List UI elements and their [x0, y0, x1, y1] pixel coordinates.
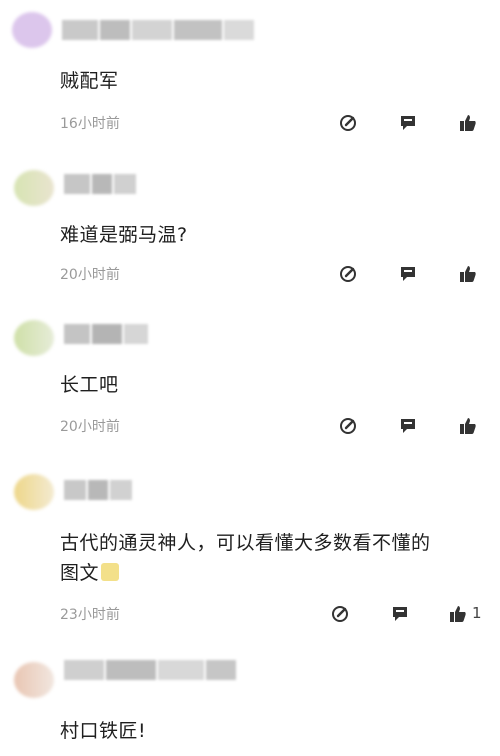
comment-icon[interactable]: [396, 414, 420, 438]
comment-text-line1: 古代的通灵神人，可以看懂大多数看不懂的: [60, 532, 431, 554]
comment-time: 20小时前: [60, 267, 120, 283]
edit-icon[interactable]: [336, 111, 360, 135]
comment-icon[interactable]: [396, 111, 420, 135]
avatar[interactable]: [14, 474, 54, 510]
thumbs-up-icon[interactable]: [446, 602, 470, 626]
username-blurred[interactable]: [64, 480, 132, 500]
comment-2: 难道是弼马温? 20小时前: [0, 150, 500, 302]
comment-3: 长工吧 20小时前: [0, 302, 500, 454]
username-blurred[interactable]: [64, 174, 136, 194]
comment-text: 难道是弼马温?: [60, 224, 188, 246]
username-blurred[interactable]: [64, 324, 148, 344]
thumbs-up-icon[interactable]: [456, 111, 480, 135]
edit-icon[interactable]: [336, 262, 360, 286]
username-blurred[interactable]: [64, 660, 236, 680]
avatar[interactable]: [12, 12, 52, 48]
comment-icon[interactable]: [388, 602, 412, 626]
comment-text: 长工吧: [60, 374, 119, 396]
comment-icon[interactable]: [396, 262, 420, 286]
comment-time: 20小时前: [60, 419, 120, 435]
thumbs-up-icon[interactable]: [456, 414, 480, 438]
edit-icon[interactable]: [336, 414, 360, 438]
edit-icon[interactable]: [328, 602, 352, 626]
thumbs-up-icon[interactable]: [456, 262, 480, 286]
username-blurred[interactable]: [62, 20, 254, 40]
like-count: 1: [472, 604, 482, 622]
emoji-icon: [101, 563, 120, 581]
comment-1: 贼配军 16小时前: [0, 0, 500, 150]
comment-time: 16小时前: [60, 116, 120, 132]
avatar[interactable]: [14, 170, 54, 206]
comment-text-line2: 图文: [60, 558, 120, 588]
avatar[interactable]: [14, 662, 54, 698]
comment-5: 村口铁匠!: [0, 644, 500, 756]
comment-time: 23小时前: [60, 607, 120, 623]
comment-4: 古代的通灵神人，可以看懂大多数看不懂的 图文 23小时前 1: [0, 454, 500, 644]
comment-text: 村口铁匠!: [60, 720, 147, 742]
avatar[interactable]: [14, 320, 54, 356]
comment-text: 贼配军: [60, 70, 119, 92]
